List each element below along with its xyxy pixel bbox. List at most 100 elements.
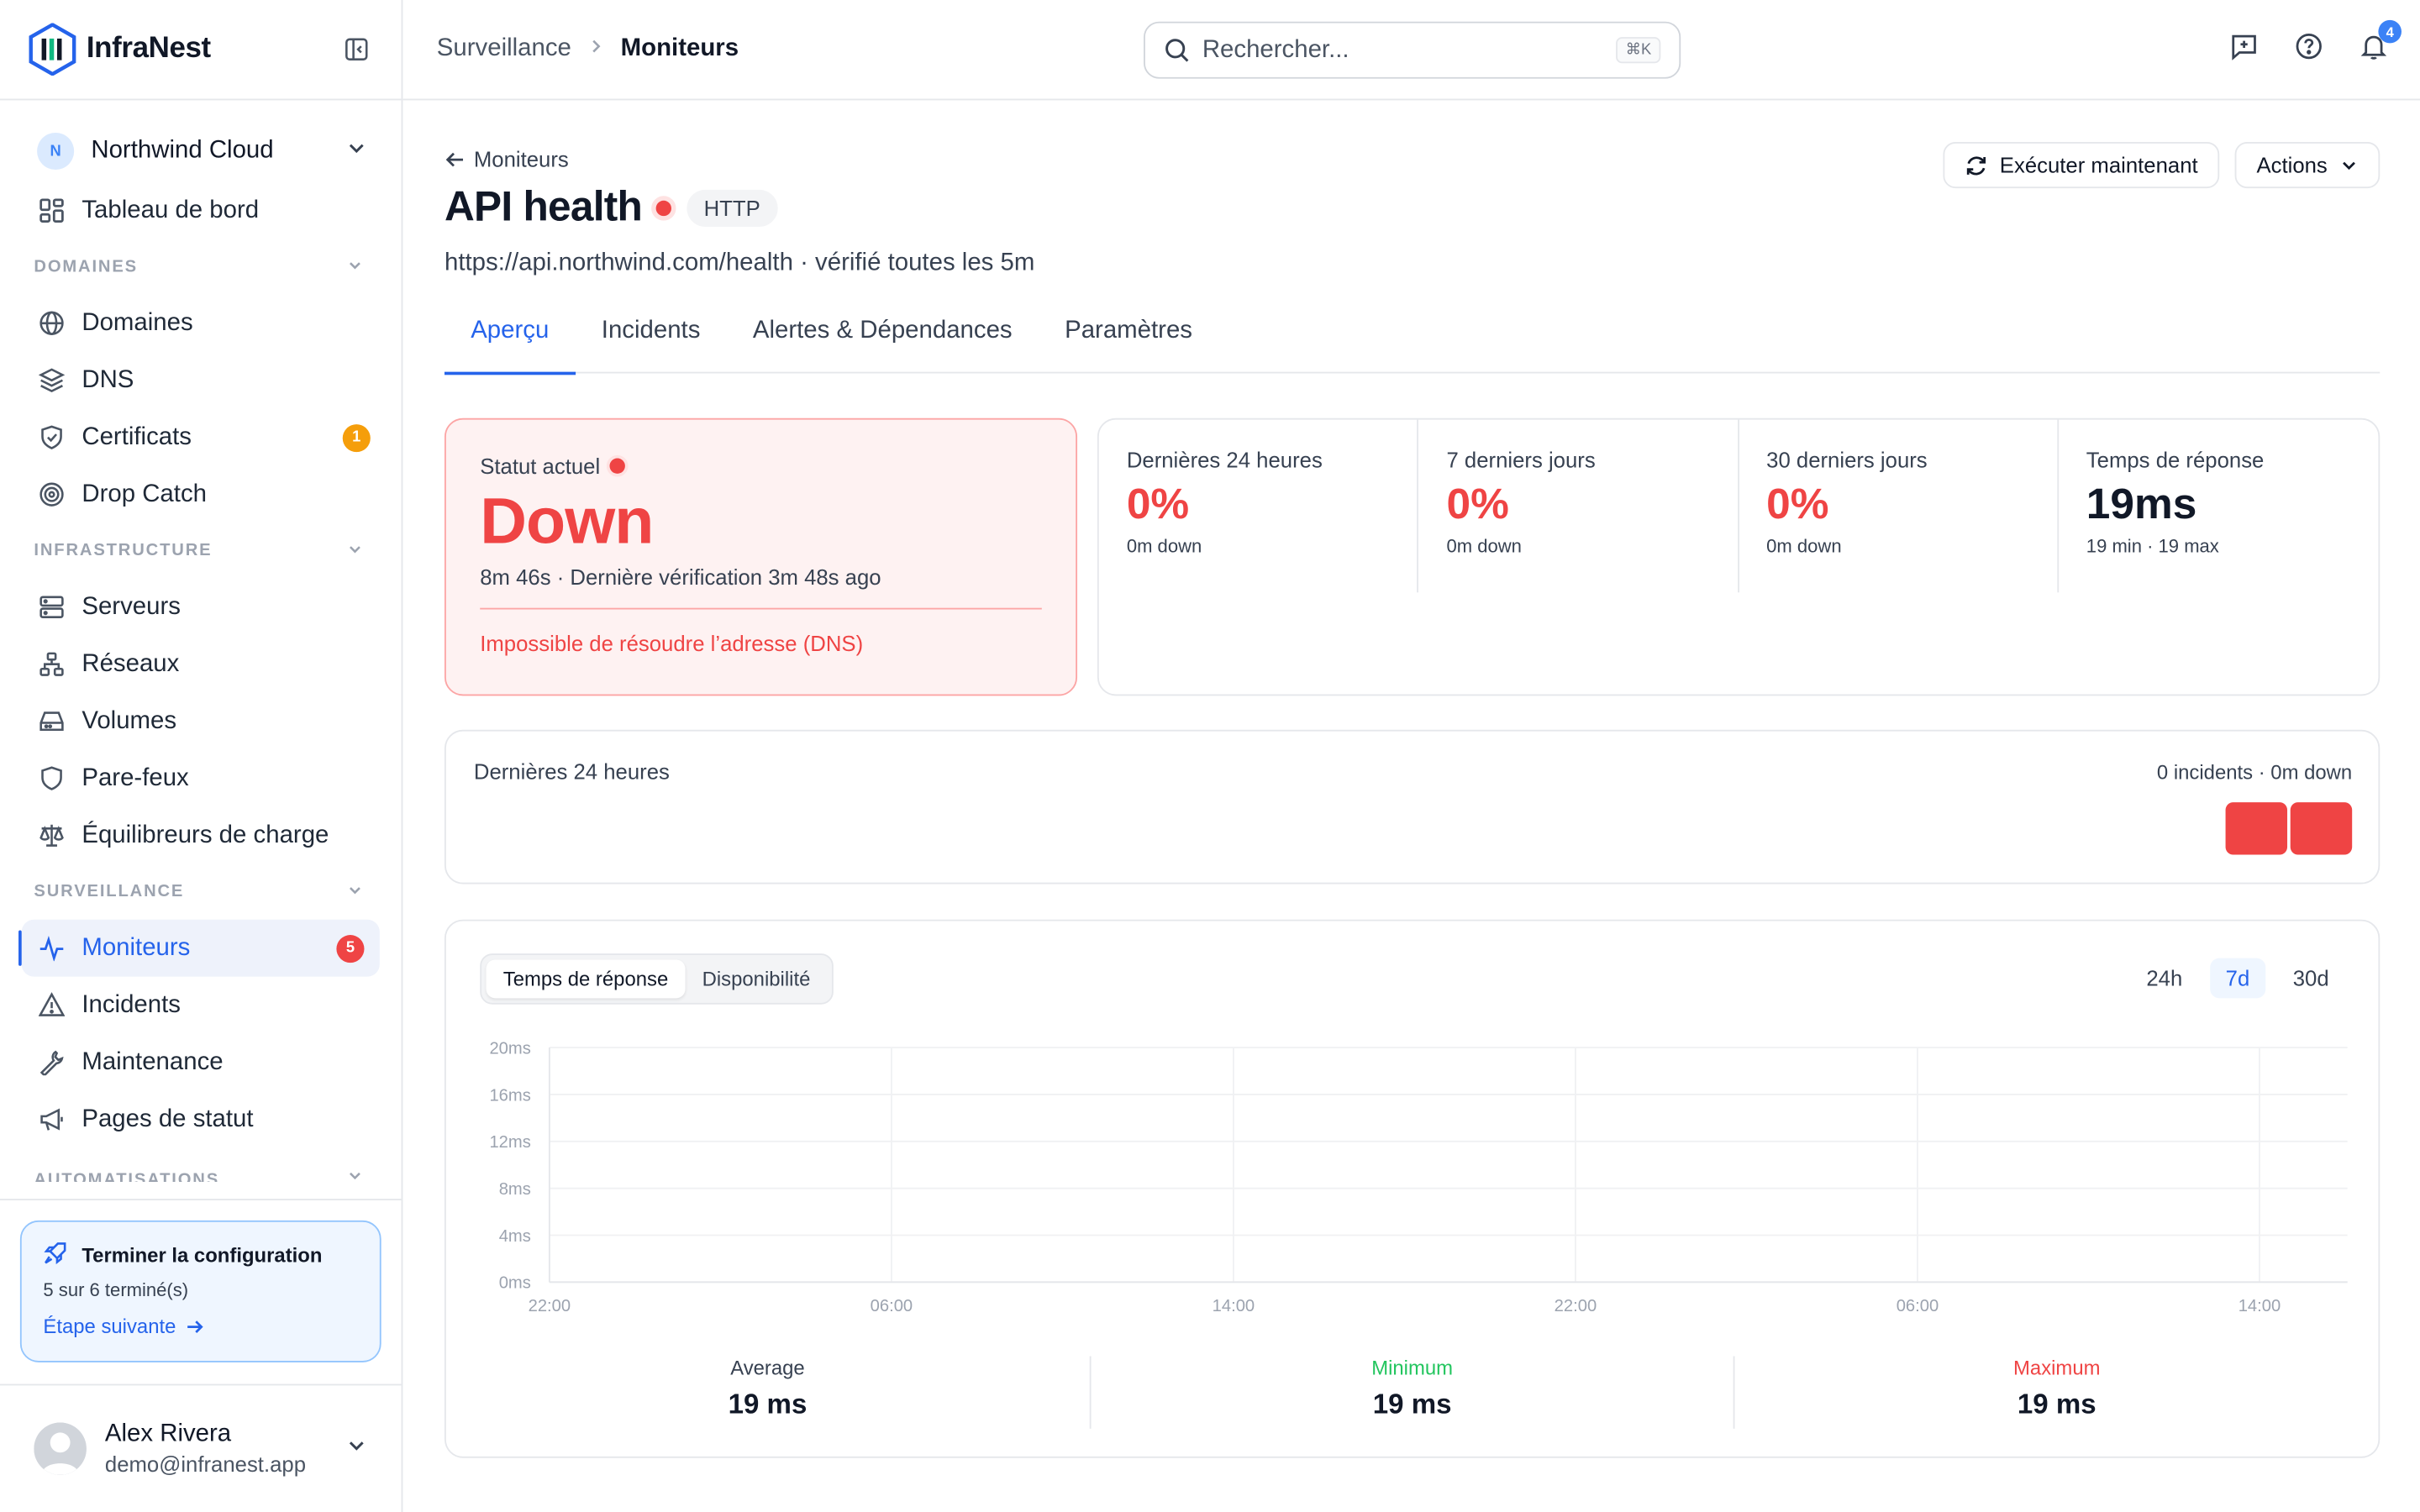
bell-icon[interactable]: 4 (2359, 19, 2402, 62)
actions-button[interactable]: Actions (2234, 141, 2381, 189)
uptime-summary: 0 incidents · 0m down (2156, 760, 2353, 785)
section-surveillance[interactable]: SURVEILLANCE (0, 864, 402, 920)
sidebar-item-moniteurs[interactable]: Moniteurs 5 (18, 919, 380, 977)
divider (0, 1199, 402, 1200)
y-tick-label: 4ms (499, 1227, 531, 1246)
sidebar-item-drop-catch[interactable]: Drop Catch (0, 466, 402, 523)
tab-apercu[interactable]: Aperçu (444, 318, 576, 375)
notifications-badge: 4 (2378, 19, 2402, 44)
dashboard-icon (37, 197, 65, 224)
sidebar: InfraNest N Northwind Cloud Tableau de b… (0, 0, 403, 1512)
app-name: InfraNest (86, 32, 211, 66)
main: Surveillance Moniteurs Rechercher... ⌘K … (402, 0, 2420, 1512)
metric-tab-response-time[interactable]: Temps de réponse (486, 959, 686, 999)
setup-next-label: Étape suivante (43, 1314, 176, 1338)
sidebar-item-certificats[interactable]: Certificats 1 (0, 409, 402, 466)
sidebar-item-label: Domaines (82, 309, 193, 336)
activity-icon (37, 934, 65, 962)
range-30d[interactable]: 30d (2277, 958, 2344, 999)
layers-icon (37, 366, 65, 394)
chevron-down-icon (345, 255, 364, 279)
uptime-label: Dernières 24 heures (473, 759, 670, 785)
server-icon (37, 593, 65, 621)
infranest-logo-icon[interactable] (28, 23, 77, 76)
section-infrastructure[interactable]: INFRASTRUCTURE (0, 523, 402, 579)
section-automatisations[interactable]: AUTOMATISATIONS (0, 1148, 402, 1182)
range-24h[interactable]: 24h (2131, 958, 2198, 999)
sidebar-item-label: Incidents (82, 991, 181, 1018)
tab-parametres[interactable]: Paramètres (1039, 318, 1218, 373)
current-status-card: Statut actuel Down 8m 46s · Dernière vér… (444, 417, 1078, 696)
search-placeholder: Rechercher... (1202, 36, 1349, 63)
sidebar-item-incidents[interactable]: Incidents (0, 977, 402, 1034)
sidebar-item-pare-feux[interactable]: Pare-feux (0, 750, 402, 807)
breadcrumb-parent[interactable]: Surveillance (437, 35, 571, 63)
stat-response-time: Temps de réponse 19ms 19 min · 19 max (2059, 420, 2379, 593)
scale-icon (37, 822, 65, 849)
monitor-type-badge: HTTP (687, 189, 777, 227)
uptime-bar-down[interactable] (2225, 802, 2288, 855)
monitor-url: https://api.northwind.com/health · vérif… (444, 249, 1035, 276)
section-label: AUTOMATISATIONS (34, 1171, 220, 1182)
sidebar-item-dashboard[interactable]: Tableau de bord (0, 182, 402, 239)
sidebar-item-label: Pages de statut (82, 1105, 254, 1132)
summary-minimum: Minimum 19 ms (1091, 1356, 1736, 1429)
setup-progress: 5 sur 6 terminé(s) (43, 1278, 189, 1301)
chevron-right-icon (587, 35, 605, 63)
alert-triangle-icon (37, 991, 65, 1019)
x-tick-label: 06:00 (1897, 1297, 1939, 1315)
sidebar-item-equilibreurs[interactable]: Équilibreurs de charge (0, 807, 402, 864)
search-icon (1164, 37, 1190, 63)
sidebar-item-label: Serveurs (82, 593, 181, 620)
run-now-button[interactable]: Exécuter maintenant (1942, 141, 2220, 189)
sidebar-item-reseaux[interactable]: Réseaux (0, 636, 402, 693)
section-domaines[interactable]: DOMAINES (0, 239, 402, 295)
setup-card[interactable]: Terminer la configuration 5 sur 6 termin… (19, 1220, 381, 1362)
setup-title: Terminer la configuration (82, 1243, 323, 1267)
sidebar-item-domaines[interactable]: Domaines (0, 295, 402, 352)
tab-incidents[interactable]: Incidents (576, 318, 727, 373)
sidebar-item-label: Pare-feux (82, 764, 189, 791)
tab-alertes-dependances[interactable]: Alertes & Dépendances (727, 318, 1039, 373)
chevron-down-icon (345, 1167, 364, 1182)
stat-value: 19ms (2086, 480, 2197, 528)
y-tick-label: 12ms (489, 1133, 530, 1152)
summary-label: Minimum (1371, 1356, 1454, 1380)
sidebar-item-maintenance[interactable]: Maintenance (0, 1034, 402, 1091)
arrow-left-icon (445, 149, 465, 169)
sidebar-item-serveurs[interactable]: Serveurs (0, 579, 402, 636)
feedback-icon[interactable] (2228, 31, 2260, 62)
chevron-down-icon (345, 137, 367, 166)
sidebar-item-volumes[interactable]: Volumes (0, 693, 402, 750)
x-tick-label: 14:00 (1213, 1297, 1255, 1315)
stat-30d: 30 derniers jours 0% 0m down (1739, 419, 2059, 593)
rocket-icon (43, 1241, 67, 1270)
status-value: Down (480, 484, 654, 558)
shield-check-icon (37, 423, 65, 451)
status-error: Impossible de résoudre l’adresse (DNS) (480, 631, 864, 656)
sidebar-collapse-icon[interactable] (339, 33, 373, 66)
status-dot (609, 458, 625, 474)
sidebar-item-dns[interactable]: DNS (0, 352, 402, 409)
metric-tab-availability[interactable]: Disponibilité (685, 959, 827, 998)
sidebar-item-label: Réseaux (82, 650, 180, 677)
y-tick-label: 20ms (489, 1039, 530, 1058)
uptime-stats-card: Dernières 24 heures 0% 0m down 7 dernier… (1097, 417, 2381, 696)
summary-value: 19 ms (1372, 1389, 1452, 1420)
setup-next-link[interactable]: Étape suivante (43, 1314, 358, 1338)
uptime-bar-down[interactable] (2290, 802, 2353, 855)
hard-drive-icon (37, 707, 65, 735)
help-icon[interactable] (2293, 31, 2324, 62)
summary-label: Average (730, 1356, 805, 1380)
org-name: Northwind Cloud (91, 137, 274, 164)
summary-label: Maximum (2013, 1356, 2101, 1380)
search-input[interactable]: Rechercher... ⌘K (1144, 21, 1681, 79)
stat-24h: Dernières 24 heures 0% 0m down (1099, 419, 1419, 593)
sidebar-item-pages-statut[interactable]: Pages de statut (0, 1091, 402, 1148)
globe-icon (37, 309, 65, 337)
stat-value: 0% (1446, 480, 1509, 528)
stat-7d: 7 derniers jours 0% 0m down (1418, 419, 1739, 593)
back-label: Moniteurs (473, 146, 569, 171)
user-menu[interactable]: Alex Rivera demo@infranest.app (0, 1383, 402, 1512)
range-7d[interactable]: 7d (2210, 958, 2265, 999)
